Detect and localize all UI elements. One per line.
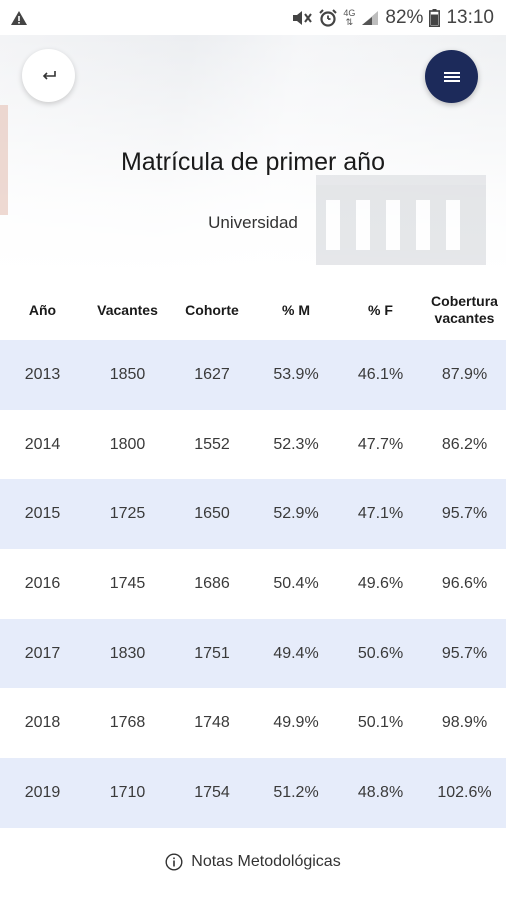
cell-percent-male: 52.3%	[273, 435, 319, 453]
methodology-notes-link[interactable]: Notas Metodológicas	[0, 853, 506, 871]
back-button[interactable]	[22, 49, 75, 102]
cell-percent-female: 48.8%	[357, 783, 404, 801]
cell-cohort: 1748	[194, 714, 230, 732]
cell-percent-male: 51.2%	[273, 783, 319, 801]
cell-vacancies: 1745	[109, 574, 146, 592]
column-header-percent-male: % M	[282, 301, 310, 318]
page-title: Matrícula de primer año	[120, 148, 385, 176]
alarm-icon	[319, 8, 338, 27]
network-4g-icon: 4G ⇅	[343, 7, 356, 27]
cell-vacancies: 1710	[109, 783, 146, 801]
cell-percent-male: 52.9%	[273, 505, 319, 523]
cell-cohort: 1751	[194, 644, 230, 662]
cell-vacancies: 1830	[109, 644, 146, 662]
table-row: 2015 1725 1650 52.9% 47.1% 95.7%	[0, 479, 506, 550]
cell-cohort: 1650	[194, 505, 230, 523]
cell-vacancies: 1800	[109, 435, 146, 453]
cell-percent-female: 47.7%	[357, 435, 404, 453]
cell-coverage: 98.9%	[441, 714, 488, 732]
cell-year: 2017	[24, 644, 61, 662]
cell-year: 2014	[24, 435, 61, 453]
column-header-vacancies: Vacantes	[97, 301, 158, 318]
column-header-coverage: Cobertura vacantes	[431, 293, 498, 326]
cell-year: 2016	[24, 574, 61, 592]
cell-coverage: 95.7%	[441, 505, 488, 523]
cell-coverage: 95.7%	[441, 644, 488, 662]
battery-icon	[429, 8, 441, 27]
page-subtitle: Universidad	[208, 213, 298, 232]
cell-cohort: 1627	[194, 365, 230, 383]
cell-percent-female: 49.6%	[357, 574, 404, 592]
cell-coverage: 96.6%	[441, 574, 488, 592]
warning-icon	[10, 10, 28, 26]
column-header-year: Año	[28, 301, 57, 318]
cell-cohort: 1552	[194, 435, 230, 453]
table-row: 2016 1745 1686 50.4% 49.6% 96.6%	[0, 549, 506, 619]
cell-vacancies: 1725	[109, 505, 146, 523]
cell-coverage: 87.9%	[441, 365, 488, 383]
cell-percent-male: 49.4%	[273, 644, 319, 662]
cell-percent-female: 47.1%	[357, 505, 404, 523]
app-screen: 4G ⇅ 82% 13:10 Matrícula de primer año U…	[0, 0, 506, 900]
cell-percent-female: 50.1%	[357, 714, 404, 732]
cell-year: 2015	[24, 505, 61, 523]
info-icon	[165, 853, 183, 871]
menu-button[interactable]	[425, 50, 478, 103]
table-header: Año Vacantes Cohorte % M % F Cobertura v…	[0, 280, 506, 340]
table-row: 2017 1830 1751 49.4% 50.6% 95.7%	[0, 618, 506, 689]
table-row: 2019 1710 1754 51.2% 48.8% 102.6%	[0, 758, 506, 828]
table-row: 2018 1768 1748 49.9% 50.1% 98.9%	[0, 688, 506, 758]
cell-year: 2019	[24, 783, 61, 801]
cell-cohort: 1754	[194, 783, 230, 801]
return-arrow-icon	[40, 69, 58, 83]
cell-percent-female: 46.1%	[357, 365, 404, 383]
column-header-cohort: Cohorte	[185, 301, 239, 318]
signal-icon	[361, 10, 379, 26]
status-time: 13:10	[446, 6, 494, 28]
cell-year: 2013	[24, 365, 61, 383]
cell-year: 2018	[24, 714, 61, 732]
table-row: 2014 1800 1552 52.3% 47.7% 86.2%	[0, 410, 506, 480]
cell-percent-female: 50.6%	[357, 644, 404, 662]
cell-coverage: 86.2%	[441, 435, 488, 453]
hamburger-menu-icon	[443, 71, 460, 83]
cell-cohort: 1686	[194, 574, 230, 592]
table-row: 2013 1850 1627 53.9% 46.1% 87.9%	[0, 340, 506, 410]
cell-coverage: 102.6%	[437, 783, 492, 801]
mute-icon	[291, 9, 313, 27]
cell-percent-male: 50.4%	[273, 574, 319, 592]
enrollment-table: Año Vacantes Cohorte % M % F Cobertura v…	[0, 280, 506, 828]
battery-percent: 82%	[385, 6, 424, 28]
cell-percent-male: 53.9%	[273, 365, 319, 383]
methodology-notes-label: Notas Metodológicas	[191, 853, 341, 870]
cell-vacancies: 1768	[109, 714, 146, 732]
cell-vacancies: 1850	[109, 365, 146, 383]
column-header-percent-female: % F	[368, 301, 393, 318]
cell-percent-male: 49.9%	[273, 714, 319, 732]
status-bar: 4G ⇅ 82% 13:10	[0, 0, 506, 35]
